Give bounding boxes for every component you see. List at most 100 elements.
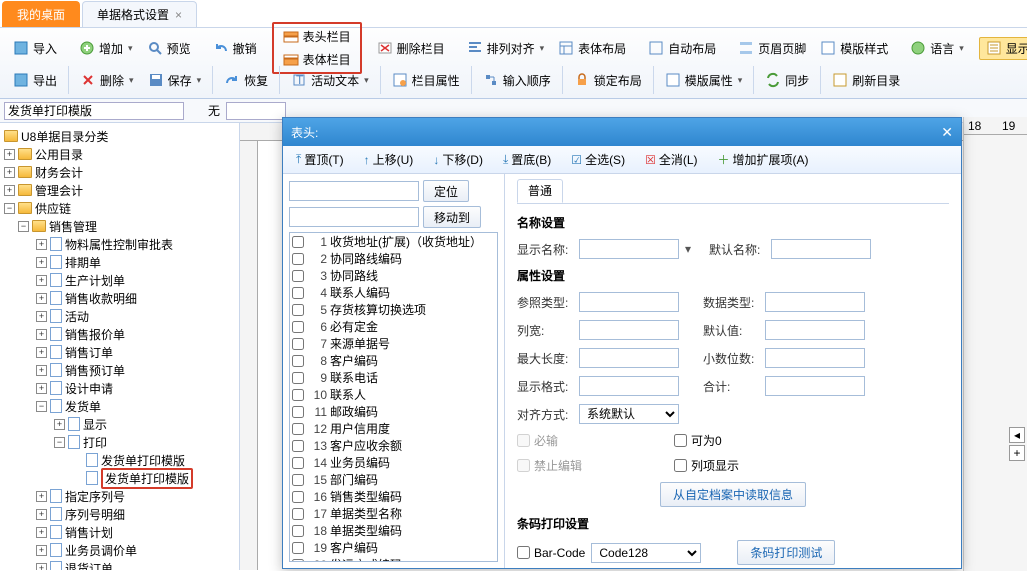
list-check[interactable] [292,253,304,265]
list-item[interactable]: 12用户信用度 [290,420,497,437]
del-col-button[interactable]: 删除栏目 [370,37,452,60]
decimal-input[interactable] [765,348,865,368]
tree-pane[interactable]: U8单据目录分类 +公用目录 +财务会计 +管理会计 −供应链 −销售管理 +物… [0,123,240,570]
list-item[interactable]: 3协同路线 [290,267,497,284]
tab-desktop[interactable]: 我的桌面 [2,1,80,27]
list-check[interactable] [292,525,304,537]
list-item[interactable]: 7来源单据号 [290,335,497,352]
list-check[interactable] [292,491,304,503]
tree-node[interactable]: 发货单打印模版 [0,469,239,487]
language-button[interactable]: 语言▾ [903,37,971,60]
field-list[interactable]: 1收货地址(扩展)（收货地址）2协同路线编码3协同路线4联系人编码5存货核算切换… [289,232,498,562]
list-item[interactable]: 14业务员编码 [290,454,497,471]
tree-node[interactable]: +显示 [0,415,239,433]
display-name-input[interactable] [579,239,679,259]
tab-format[interactable]: 单据格式设置× [82,1,197,27]
close-icon[interactable]: ✕ [941,124,953,141]
barcode-check[interactable] [517,546,530,559]
colwidth-input[interactable] [579,320,679,340]
barcode-type-select[interactable]: Code128 [591,543,701,563]
list-item[interactable]: 20发运方式编码 [290,556,497,562]
list-check[interactable] [292,355,304,367]
maxlen-input[interactable] [579,348,679,368]
active-text-button[interactable]: T活动文本▾ [284,69,376,92]
moveto-button[interactable]: 移动到 [423,206,481,228]
list-item[interactable]: 9联系电话 [290,369,497,386]
list-check[interactable] [292,338,304,350]
list-check[interactable] [292,423,304,435]
tab-general[interactable]: 普通 [517,179,563,203]
tree-node[interactable]: +财务会计 [0,163,239,181]
list-check[interactable] [292,542,304,554]
locate-input[interactable] [289,181,419,201]
list-item[interactable]: 13客户应收余额 [290,437,497,454]
align-button[interactable]: 排列对齐▾ [460,37,552,60]
tree-node[interactable]: +指定序列号 [0,487,239,505]
preview-button[interactable]: 预览 [140,37,198,60]
tree-node[interactable]: +设计申请 [0,379,239,397]
top-button[interactable]: ⤒置顶(T) [289,148,351,171]
sum-input[interactable] [765,376,865,396]
col-props-button[interactable]: 栏目属性 [385,69,467,92]
list-item[interactable]: 2协同路线编码 [290,250,497,267]
template-props-button[interactable]: 模版属性▾ [658,69,750,92]
read-from-archive-button[interactable]: 从自定档案中读取信息 [660,482,806,507]
input-order-button[interactable]: 输入顺序 [476,69,558,92]
body-cols-button[interactable]: 表体栏目 [276,48,358,71]
tree-node[interactable]: +销售订单 [0,343,239,361]
undo-button[interactable]: 撤销 [206,37,264,60]
tree-node[interactable]: +公用目录 [0,145,239,163]
import-button[interactable]: 导入 [6,37,64,60]
up-button[interactable]: ↑上移(U) [357,148,421,171]
tree-node[interactable]: +序列号明细 [0,505,239,523]
list-item[interactable]: 4联系人编码 [290,284,497,301]
list-check[interactable] [292,508,304,520]
colshow-check[interactable] [674,459,687,472]
list-item[interactable]: 18单据类型编码 [290,522,497,539]
list-item[interactable]: 6必有定金 [290,318,497,335]
tree-node[interactable]: +退货订单 [0,559,239,570]
tree-node[interactable]: +活动 [0,307,239,325]
list-item[interactable]: 19客户编码 [290,539,497,556]
list-item[interactable]: 1收货地址(扩展)（收货地址） [290,233,497,250]
tree-node[interactable]: 发货单打印模版 [0,451,239,469]
list-check[interactable] [292,440,304,452]
list-item[interactable]: 5存货核算切换选项 [290,301,497,318]
auto-layout-button[interactable]: 自动布局 [641,37,723,60]
tree-node[interactable]: +物料属性控制审批表 [0,235,239,253]
list-check[interactable] [292,474,304,486]
list-check[interactable] [292,270,304,282]
zoom-handle[interactable]: ◂ [1009,427,1025,443]
moveto-input[interactable] [289,207,419,227]
tree-node[interactable]: −供应链 [0,199,239,217]
dialog-titlebar[interactable]: 表头: ✕ [283,118,961,146]
list-check[interactable] [292,287,304,299]
list-check[interactable] [292,321,304,333]
locate-button[interactable]: 定位 [423,180,469,202]
down-button[interactable]: ↓下移(D) [426,148,490,171]
addext-button[interactable]: ＋增加扩展项(A) [711,148,816,171]
list-check[interactable] [292,236,304,248]
align-select[interactable]: 系统默认 [579,404,679,424]
deselectall-button[interactable]: ☒全消(L) [638,148,704,171]
tree-node[interactable]: +生产计划单 [0,271,239,289]
header-cols-button[interactable]: 表头栏目 [276,25,358,48]
list-check[interactable] [292,406,304,418]
zero-check[interactable] [674,434,687,447]
close-icon[interactable]: × [175,8,182,22]
list-item[interactable]: 16销售类型编码 [290,488,497,505]
list-check[interactable] [292,559,304,563]
default-name-input[interactable] [771,239,871,259]
list-item[interactable]: 11邮政编码 [290,403,497,420]
tree-node[interactable]: −打印 [0,433,239,451]
show-toc-button[interactable]: 显示目录 [979,37,1027,60]
add-handle[interactable]: + [1009,445,1025,461]
header-footer-button[interactable]: 页眉页脚 [731,37,813,60]
tree-node[interactable]: −销售管理 [0,217,239,235]
tree-node[interactable]: +排期单 [0,253,239,271]
save-button[interactable]: 保存▾ [141,69,209,92]
none-input[interactable] [226,102,286,120]
reftype-input[interactable] [579,292,679,312]
tree-node[interactable]: +销售报价单 [0,325,239,343]
list-check[interactable] [292,457,304,469]
